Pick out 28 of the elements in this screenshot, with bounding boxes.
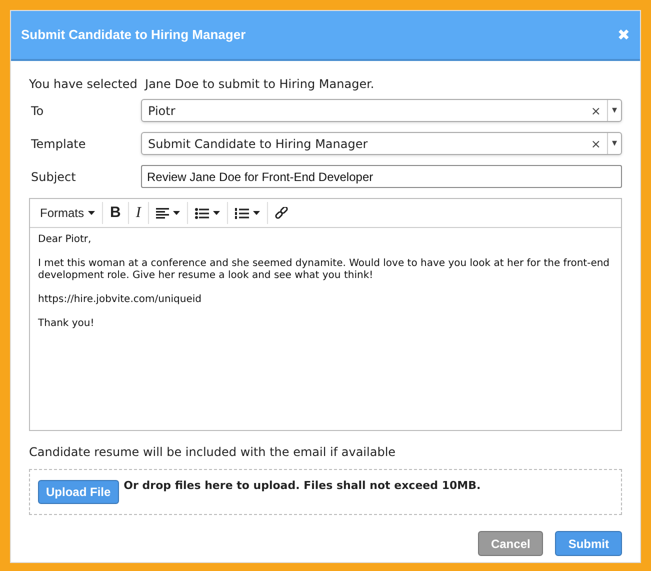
formats-dropdown[interactable]: Formats	[33, 202, 104, 224]
link-icon	[274, 206, 288, 220]
bold-button[interactable]: B	[103, 202, 129, 224]
email-paragraph: Thank you!	[38, 318, 96, 330]
clear-icon[interactable]: ×	[584, 102, 607, 120]
select-field[interactable]: Submit Candidate to Hiring Manager × ▾	[141, 132, 622, 155]
align-left-icon	[156, 208, 169, 218]
intro-text: You have selected Jane Doe to submit to Hiring Manager.	[29, 76, 376, 93]
field-label: Subject	[31, 168, 77, 186]
clear-icon[interactable]: ×	[584, 134, 607, 152]
field-label: To	[31, 102, 45, 120]
field-label: Template	[31, 136, 87, 152]
upload-hint: Or drop files here to upload. Files shall not exceed 10MB.	[124, 478, 481, 494]
list-icon	[234, 208, 249, 218]
subject-field[interactable]: Review Jane Doe for Front-End Developer	[141, 165, 622, 188]
list-icon	[194, 208, 209, 218]
resume-note: Candidate resume will be included with the email if available	[29, 444, 397, 461]
email-paragraph: Dear Piotr,	[38, 234, 92, 246]
caret-icon[interactable]	[88, 211, 96, 215]
caret-icon[interactable]	[252, 211, 260, 215]
select-field[interactable]: Piotr × ▾	[141, 99, 622, 122]
italic-button[interactable]: I	[128, 202, 149, 224]
email-paragraph: I met this woman at a conference and she seemed dynamite. Would love to have you look at her for the front-end development role. Give her resume a look and see what you think!	[38, 258, 611, 282]
caret-icon[interactable]	[212, 211, 220, 215]
email-paragraph: https://hire.jobvite.com/uniqueid	[38, 294, 203, 306]
dialog-title: Submit Candidate to Hiring Manager	[21, 26, 246, 44]
caret-icon[interactable]	[172, 211, 180, 215]
drop-zone[interactable]: Upload File Or drop files here to upload. Files shall not exceed 10MB.	[29, 469, 622, 515]
